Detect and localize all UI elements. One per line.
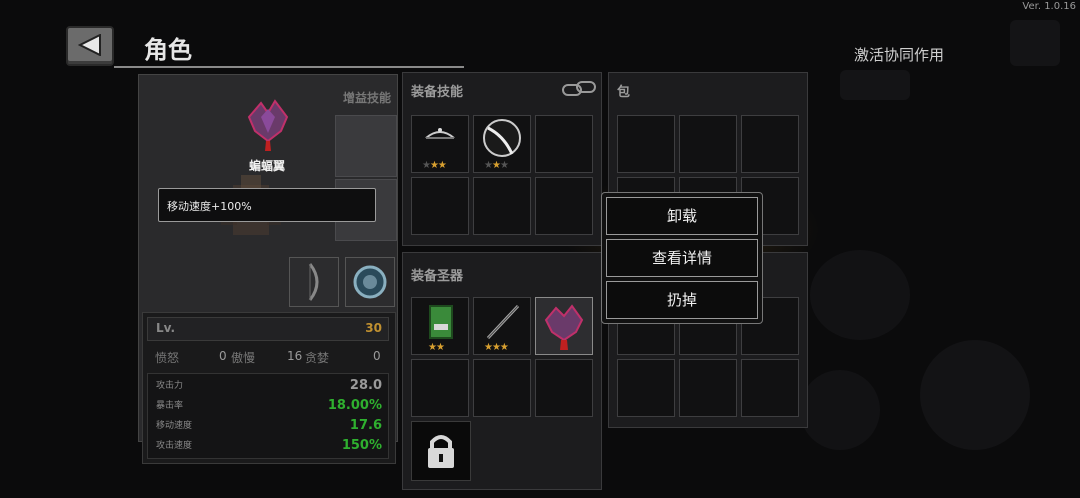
bag-slot[interactable] [617, 115, 675, 173]
item-name: 蝙蝠翼 [249, 159, 286, 173]
sin-value: 0 [373, 349, 381, 363]
bag-slot[interactable] [679, 115, 737, 173]
locked-slot[interactable] [411, 421, 471, 481]
crossbow-icon [425, 128, 455, 139]
bonus-skill-slot[interactable] [335, 115, 397, 177]
background-deco [1010, 20, 1060, 66]
sin-value: 16 [287, 349, 303, 363]
activate-synergy-button[interactable]: 激活协同作用 [854, 44, 944, 65]
level-row: Lv. 30 [147, 317, 389, 341]
star-rating: ★★ [428, 342, 445, 353]
stat-value: 18.00% [327, 398, 382, 413]
orb-icon [353, 265, 387, 299]
sin-label: 傲慢 [231, 351, 256, 365]
back-arrow-icon [78, 34, 101, 56]
background-deco [800, 370, 880, 450]
version-label: Ver. 1.0.16 [1022, 1, 1076, 12]
stat-label: 暴击率 [156, 401, 184, 411]
bag-title: 包 [617, 85, 631, 100]
star-rating: ★★★ [484, 342, 509, 353]
star-rating: ★★★ [484, 160, 509, 171]
green-monster-icon [429, 305, 453, 339]
stat-value: 150% [341, 438, 382, 453]
stat-label: 攻击力 [156, 381, 184, 391]
title-divider [114, 66, 464, 68]
stats-panel: Lv. 30 愤怒 0 傲慢 16 贪婪 0 攻击力 28.0 暴击率 18.0… [142, 312, 396, 464]
scythe-icon [483, 119, 521, 157]
sin-value: 0 [219, 349, 227, 363]
relic-slot[interactable] [535, 297, 593, 355]
lock-icon [428, 435, 454, 468]
bag-slot[interactable] [679, 359, 737, 417]
background-deco [840, 70, 910, 100]
equip-skills-panel: 装备技能 ★★★ ★★★ [402, 72, 602, 246]
background-deco [810, 250, 910, 340]
equip-relics-title: 装备圣器 [411, 269, 464, 284]
equip-skills-title: 装备技能 [411, 85, 464, 100]
background-deco [920, 340, 1030, 450]
relic-slot[interactable] [411, 359, 469, 417]
star-rating: ★★★ [422, 160, 447, 171]
stat-value: 28.0 [349, 378, 382, 393]
bow-icon [308, 263, 319, 301]
view-details-button[interactable]: 查看详情 [606, 239, 758, 277]
skill-slot[interactable]: ★★★ [473, 115, 531, 173]
level-value: 30 [365, 321, 382, 335]
level-label: Lv. [156, 321, 176, 335]
link-icon[interactable] [561, 79, 597, 99]
skill-slot[interactable] [411, 177, 469, 235]
bag-slot[interactable] [741, 359, 799, 417]
stat-label: 攻击速度 [156, 441, 193, 451]
skill-slot[interactable] [535, 177, 593, 235]
page-title: 角色 [144, 36, 192, 64]
relic-slot[interactable]: ★★ [411, 297, 469, 355]
stat-label: 移动速度 [156, 421, 193, 431]
bonus-skill-title: 增益技能 [342, 91, 391, 105]
stat-row: 攻击力 28.0 [156, 378, 382, 393]
sub-stats: 攻击力 28.0 暴击率 18.00% 移动速度 17.6 攻击速度 150% [147, 373, 389, 459]
item-tooltip: 移动速度+100% [158, 188, 376, 222]
skill-slot[interactable] [473, 177, 531, 235]
back-button[interactable] [66, 26, 114, 66]
discard-button[interactable]: 扔掉 [606, 281, 758, 319]
item-effect-text: 移动速度+100% [167, 200, 252, 213]
item-context-menu: 卸载 查看详情 扔掉 [601, 192, 763, 324]
staff-icon [486, 304, 520, 340]
bat-wing-icon [544, 304, 584, 350]
stat-row: 暴击率 18.00% [156, 398, 382, 413]
relic-slot[interactable] [535, 359, 593, 417]
skill-slot[interactable]: ★★★ [411, 115, 469, 173]
stat-value: 17.6 [349, 418, 382, 433]
bag-slot[interactable] [741, 115, 799, 173]
stat-row: 移动速度 17.6 [156, 418, 382, 433]
bag-slot[interactable] [617, 359, 675, 417]
skill-slot[interactable] [535, 115, 593, 173]
weapon-slot[interactable] [289, 257, 339, 307]
unequip-button[interactable]: 卸载 [606, 197, 758, 235]
relic-slot[interactable]: ★★★ [473, 297, 531, 355]
equip-relics-panel: 装备圣器 ★★ ★★★ [402, 252, 602, 490]
sin-label: 贪婪 [305, 351, 330, 365]
accessory-slot[interactable] [345, 257, 395, 307]
bat-wing-icon [247, 99, 289, 151]
sin-label: 愤怒 [155, 351, 180, 365]
relic-slot[interactable] [473, 359, 531, 417]
stat-row: 攻击速度 150% [156, 438, 382, 453]
